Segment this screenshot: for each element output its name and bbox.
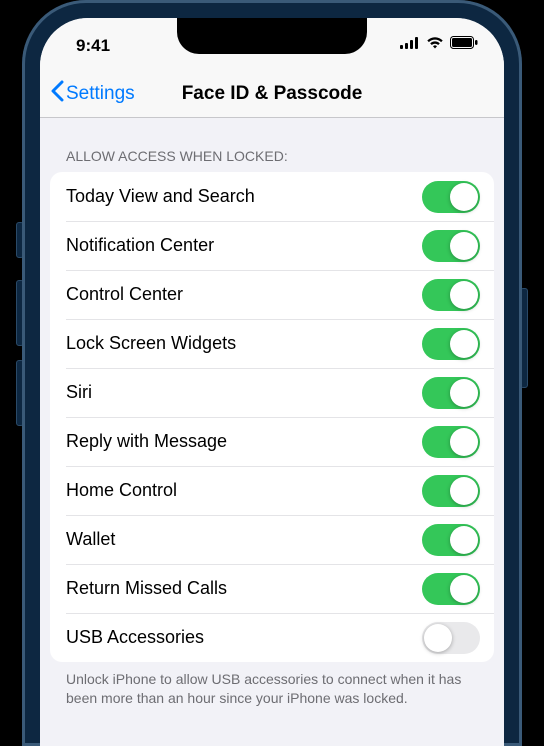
settings-content: ALLOW ACCESS WHEN LOCKED: Today View and…	[40, 118, 504, 708]
setting-row: Notification Center	[50, 221, 494, 270]
setting-row: Today View and Search	[50, 172, 494, 221]
cellular-icon	[400, 36, 420, 54]
section-header: ALLOW ACCESS WHEN LOCKED:	[50, 118, 494, 172]
toggle-switch[interactable]	[422, 573, 480, 605]
setting-row: Control Center	[50, 270, 494, 319]
toggle-knob	[450, 183, 478, 211]
setting-label: Control Center	[66, 284, 183, 305]
setting-label: Today View and Search	[66, 186, 255, 207]
toggle-list: Today View and Search Notification Center…	[50, 172, 494, 662]
setting-label: Return Missed Calls	[66, 578, 227, 599]
status-icons	[400, 36, 478, 54]
section-footer: Unlock iPhone to allow USB accessories t…	[50, 662, 494, 708]
battery-icon	[450, 36, 478, 54]
toggle-switch[interactable]	[422, 524, 480, 556]
setting-row: USB Accessories	[50, 613, 494, 662]
navbar: Settings Face ID & Passcode	[40, 70, 504, 118]
setting-row: Return Missed Calls	[50, 564, 494, 613]
notch	[177, 18, 367, 54]
toggle-switch[interactable]	[422, 181, 480, 213]
toggle-switch[interactable]	[422, 622, 480, 654]
setting-label: USB Accessories	[66, 627, 204, 648]
setting-label: Reply with Message	[66, 431, 227, 452]
phone-frame: 9:41	[22, 0, 522, 746]
setting-row: Lock Screen Widgets	[50, 319, 494, 368]
status-time: 9:41	[76, 36, 110, 56]
toggle-switch[interactable]	[422, 230, 480, 262]
setting-label: Lock Screen Widgets	[66, 333, 236, 354]
setting-label: Notification Center	[66, 235, 214, 256]
wifi-icon	[426, 36, 444, 54]
toggle-switch[interactable]	[422, 279, 480, 311]
setting-label: Home Control	[66, 480, 177, 501]
toggle-knob	[450, 379, 478, 407]
setting-label: Wallet	[66, 529, 115, 550]
toggle-switch[interactable]	[422, 475, 480, 507]
toggle-knob	[450, 232, 478, 260]
setting-row: Reply with Message	[50, 417, 494, 466]
screen: 9:41	[40, 18, 504, 746]
toggle-switch[interactable]	[422, 426, 480, 458]
setting-row: Siri	[50, 368, 494, 417]
toggle-knob	[450, 330, 478, 358]
setting-label: Siri	[66, 382, 92, 403]
toggle-knob	[450, 575, 478, 603]
back-button[interactable]: Settings	[50, 80, 135, 108]
toggle-switch[interactable]	[422, 328, 480, 360]
toggle-switch[interactable]	[422, 377, 480, 409]
toggle-knob	[450, 526, 478, 554]
toggle-knob	[450, 428, 478, 456]
setting-row: Wallet	[50, 515, 494, 564]
toggle-knob	[450, 477, 478, 505]
toggle-knob	[424, 624, 452, 652]
setting-row: Home Control	[50, 466, 494, 515]
chevron-left-icon	[50, 80, 64, 108]
back-label: Settings	[66, 83, 135, 105]
toggle-knob	[450, 281, 478, 309]
